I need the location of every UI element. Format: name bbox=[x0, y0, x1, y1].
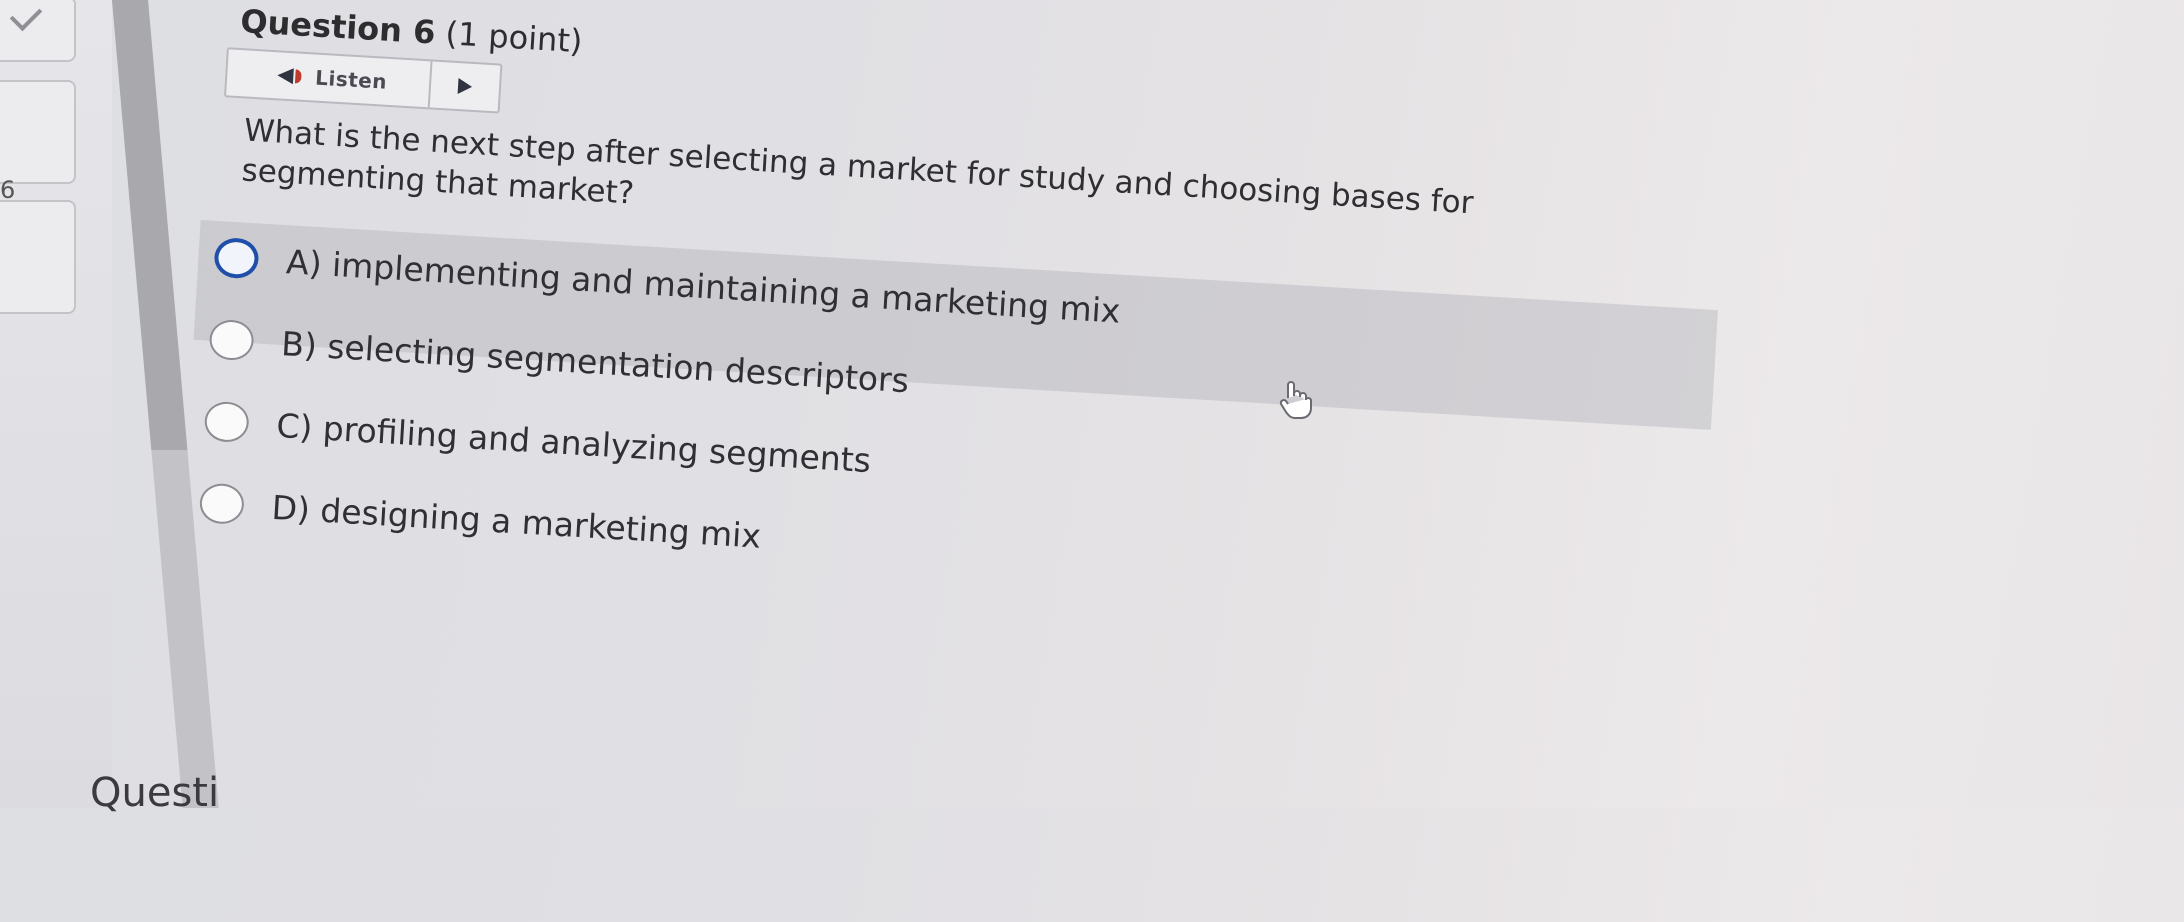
speaker-icon bbox=[276, 64, 306, 88]
play-icon bbox=[457, 78, 473, 95]
answer-option-c[interactable]: C) profiling and analyzing segments bbox=[203, 400, 873, 481]
next-question-title: Questi bbox=[90, 770, 220, 816]
option-label-c: C) profiling and analyzing segments bbox=[275, 405, 873, 480]
play-button[interactable] bbox=[430, 61, 501, 111]
radio-button-c[interactable] bbox=[203, 400, 250, 444]
listen-label: Listen bbox=[314, 65, 388, 94]
hand-cursor-icon bbox=[1279, 381, 1312, 419]
question-panel: Question 6 (1 point) Listen What is the … bbox=[0, 0, 2182, 922]
option-label-d: D) designing a marketing mix bbox=[270, 487, 763, 556]
listen-widget: Listen bbox=[223, 47, 503, 114]
radio-button-b[interactable] bbox=[208, 318, 255, 362]
question-number: Question 6 bbox=[239, 2, 437, 52]
listen-button[interactable]: Listen bbox=[226, 49, 433, 108]
answer-option-d[interactable]: D) designing a marketing mix bbox=[198, 482, 763, 556]
question-points: (1 point) bbox=[444, 14, 584, 61]
radio-button-a[interactable] bbox=[213, 236, 260, 280]
radio-button-d[interactable] bbox=[198, 482, 246, 526]
